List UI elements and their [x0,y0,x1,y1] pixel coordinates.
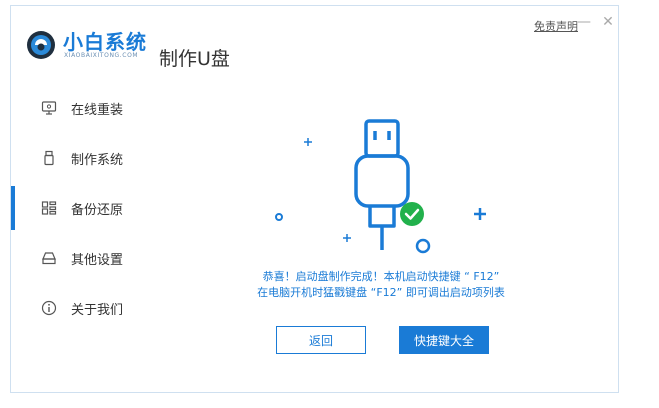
drive-icon [42,252,56,265]
usb-icon [44,150,54,166]
disclaimer-link[interactable]: 免责声明 [534,18,578,34]
grid-icon [41,201,57,215]
sidebar-item-online-reinstall[interactable]: 在线重装 [11,86,161,130]
minimize-button[interactable]: — [577,14,591,30]
hint-message: 在电脑开机时猛戳键盘 “F12” 即可调出启动项列表 [257,286,505,299]
sidebar-item-label: 备份还原 [71,202,124,218]
monitor-icon [41,101,57,115]
back-button[interactable]: 返回 [276,326,366,354]
usb-icon [354,119,410,250]
success-message: 恭喜！启动盘制作完成！本机启动快捷键 “ F12” [262,270,500,283]
page-title: 制作U盘 [159,48,230,70]
sidebar-item-label: 在线重装 [71,102,124,118]
ring-icon [275,213,283,221]
sidebar-item-label: 关于我们 [71,302,124,318]
plus-icon [304,138,312,146]
sidebar-item-label: 其他设置 [71,252,124,268]
check-icon [400,202,424,226]
sidebar-item-backup-restore[interactable]: 备份还原 [11,186,161,230]
usb-success-illustration [275,119,486,254]
close-button[interactable]: ✕ [601,14,615,30]
ring-icon [415,238,431,254]
sidebar-item-label: 制作系统 [71,152,124,168]
hotkeys-button[interactable]: 快捷键大全 [399,326,489,354]
sidebar-item-about-us[interactable]: 关于我们 [11,286,161,330]
logo-icon [27,31,55,59]
app-name: 小白系统 [63,30,147,54]
app-window: 小白系统 XIAOBAIXITONG.COM 制作U盘 免责声明 — ✕ 在线重… [10,5,619,393]
plus-icon [474,208,486,220]
app-domain: XIAOBAIXITONG.COM [64,52,139,59]
sidebar-item-other-settings[interactable]: 其他设置 [11,236,161,280]
sidebar-item-make-system[interactable]: 制作系统 [11,136,161,180]
plus-icon [343,234,351,242]
active-indicator [11,186,15,230]
info-icon [41,300,57,316]
